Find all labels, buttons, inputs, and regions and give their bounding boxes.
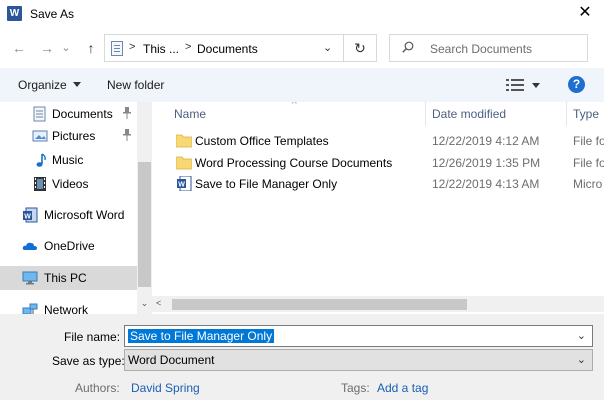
folder-icon	[176, 156, 192, 170]
navigation-bar: ← → ⌄ ↑ > This ... > Documents ⌄ ↻ Searc…	[0, 30, 604, 66]
chevron-down-icon[interactable]: ⌄	[577, 329, 586, 342]
sidebar-item-label: Music	[52, 153, 84, 167]
sidebar-item-label: OneDrive	[44, 239, 95, 253]
sidebar-item-label: This PC	[44, 271, 87, 285]
network-icon	[22, 303, 38, 314]
address-bar[interactable]: > This ... > Documents ⌄	[104, 34, 344, 62]
file-list-horizontal-scrollbar[interactable]: <	[152, 296, 604, 312]
sidebar-item-this-pc[interactable]: This PC	[0, 266, 137, 290]
save-as-type-select[interactable]: Word Document ⌄	[124, 349, 593, 371]
svg-text:W: W	[24, 214, 31, 221]
sidebar-item-music[interactable]: Music	[0, 148, 137, 172]
word-icon: W	[23, 207, 38, 223]
svg-text:W: W	[178, 182, 185, 189]
file-date: 12/26/2019 1:35 PM	[432, 156, 541, 170]
file-name-value[interactable]: Save to File Manager Only	[128, 329, 275, 343]
file-row[interactable]: Custom Office Templates 12/22/2019 4:12 …	[172, 130, 604, 152]
file-name: Custom Office Templates	[195, 134, 329, 148]
sidebar-scrollbar[interactable]: ⌄	[137, 102, 152, 314]
onedrive-icon	[22, 242, 37, 250]
documents-location-icon	[111, 41, 123, 56]
up-button[interactable]: ↑	[81, 38, 101, 58]
tags-label: Tags:	[341, 381, 370, 395]
file-name: Word Processing Course Documents	[195, 156, 393, 170]
documents-icon	[33, 106, 46, 122]
pictures-icon	[32, 130, 48, 142]
address-segment-this-pc[interactable]: This ...	[143, 42, 179, 56]
column-header-date-modified[interactable]: Date modified	[432, 102, 506, 126]
file-list: Name ^ Date modified Type Custom Office …	[152, 102, 604, 314]
close-button[interactable]: ✕	[572, 2, 598, 24]
save-as-type-value: Word Document	[128, 353, 215, 367]
save-as-type-label: Save as type:	[52, 354, 125, 368]
sidebar-item-label: Network	[44, 303, 89, 314]
address-segment-documents[interactable]: Documents	[197, 42, 258, 56]
pin-icon[interactable]	[122, 107, 134, 119]
sidebar-item-label: Documents	[52, 107, 113, 121]
file-type: File fo	[573, 156, 604, 170]
navigation-pane: Documents Pictures Music Videos W Micros…	[0, 102, 152, 314]
chevron-down-icon[interactable]: ⌄	[577, 353, 586, 366]
column-divider[interactable]	[425, 102, 426, 126]
music-icon	[36, 153, 46, 167]
authors-value[interactable]: David Spring	[131, 381, 200, 395]
file-date: 12/22/2019 4:12 AM	[432, 134, 540, 148]
videos-icon	[34, 177, 46, 191]
add-tag-link[interactable]: Add a tag	[377, 381, 428, 395]
sidebar-item-microsoft-word[interactable]: W Microsoft Word	[0, 203, 137, 227]
scroll-down-icon[interactable]: ⌄	[137, 298, 152, 312]
organize-label: Organize	[18, 78, 67, 92]
forward-button[interactable]: →	[37, 38, 57, 58]
column-header-type[interactable]: Type	[573, 102, 599, 126]
sidebar-item-videos[interactable]: Videos	[0, 172, 137, 196]
this-pc-icon	[22, 271, 38, 285]
address-separator[interactable]: >	[185, 41, 191, 53]
file-name-field[interactable]: Save to File Manager Only ⌄	[124, 325, 593, 347]
command-toolbar: Organize New folder ?	[0, 68, 604, 102]
recent-locations-button[interactable]: ⌄	[59, 38, 73, 58]
sidebar-item-label: Videos	[52, 177, 89, 191]
word-app-icon: W	[7, 6, 22, 21]
sidebar-item-onedrive[interactable]: OneDrive	[0, 234, 137, 258]
authors-label: Authors:	[75, 381, 120, 395]
sidebar-item-pictures[interactable]: Pictures	[0, 124, 137, 148]
sidebar-item-label: Pictures	[52, 129, 96, 143]
horizontal-scroll-thumb[interactable]	[172, 299, 467, 310]
file-row[interactable]: W Save to File Manager Only 12/22/2019 4…	[172, 173, 604, 195]
sidebar-item-documents[interactable]: Documents	[0, 102, 137, 126]
file-date: 12/22/2019 4:13 AM	[432, 177, 540, 191]
address-separator[interactable]: >	[129, 41, 135, 53]
column-header-name[interactable]: Name	[174, 102, 206, 126]
chevron-down-icon	[72, 82, 81, 87]
title-bar: W Save As ✕	[0, 0, 604, 28]
search-input[interactable]: Search Documents	[389, 34, 588, 62]
address-dropdown-icon[interactable]: ⌄	[323, 41, 332, 54]
file-name: Save to File Manager Only	[195, 177, 338, 191]
save-form: File name: Save to File Manager Only ⌄ S…	[0, 314, 604, 400]
back-button[interactable]: ←	[9, 38, 29, 58]
refresh-button[interactable]: ↻	[344, 34, 377, 62]
sidebar-item-label: Microsoft Word	[44, 208, 125, 222]
new-folder-button[interactable]: New folder	[107, 78, 164, 92]
word-document-icon: W	[177, 176, 192, 191]
scroll-left-icon[interactable]: <	[156, 298, 161, 308]
search-icon	[402, 41, 414, 53]
window-title: Save As	[30, 7, 75, 21]
sidebar-scroll-thumb[interactable]	[138, 162, 151, 287]
folder-icon	[176, 134, 192, 148]
file-name-label: File name:	[64, 330, 121, 344]
search-placeholder: Search Documents	[430, 42, 533, 56]
sidebar-item-network[interactable]: Network	[0, 298, 137, 314]
sort-ascending-icon: ^	[292, 102, 297, 110]
column-divider[interactable]	[566, 102, 567, 126]
view-dropdown-icon[interactable]	[532, 83, 540, 88]
view-options-icon[interactable]	[506, 79, 524, 91]
pin-icon[interactable]	[122, 129, 134, 141]
file-type: Micro	[573, 177, 603, 191]
file-type: File fo	[573, 134, 604, 148]
help-icon[interactable]: ?	[568, 76, 585, 93]
organize-button[interactable]: Organize	[18, 78, 81, 92]
file-row[interactable]: Word Processing Course Documents 12/26/2…	[172, 152, 604, 174]
